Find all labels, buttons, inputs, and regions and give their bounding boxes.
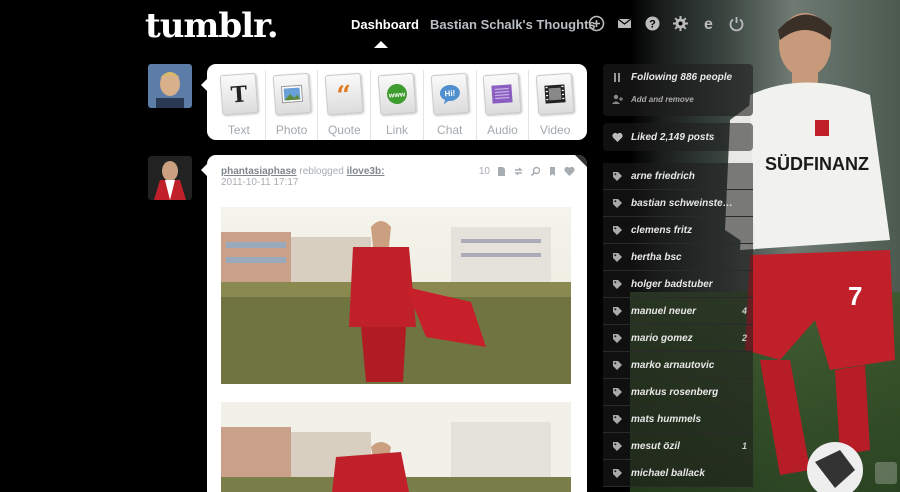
notes-icon[interactable] [496,166,507,177]
help-icon[interactable]: ? [644,15,661,32]
gear-icon[interactable] [672,15,689,32]
post-type-quote[interactable]: “ Quote [318,70,372,140]
tag-item[interactable]: hertha bsc [603,244,753,271]
reblog-icon[interactable] [513,166,524,177]
heart-icon[interactable] [564,166,575,177]
post-type-link[interactable]: www Link [371,70,424,140]
tag-label: hertha bsc [631,251,682,263]
post-type-bar: T Text Photo “ Quote www Link Hi! Chat A… [207,64,587,140]
svg-text:?: ? [649,19,656,31]
post-author-avatar[interactable] [148,156,192,200]
svg-text:T: T [230,81,249,107]
add-remove-link[interactable]: Add and remove [603,87,753,111]
tag-item[interactable]: mario gomez 2 [603,325,753,352]
post-photo-1[interactable] [221,207,571,384]
tag-label: mesut özil [631,440,680,452]
scroll-top-button[interactable] [875,462,897,484]
tag-label: michael ballack [631,467,705,479]
tumblr-logo[interactable]: tumblr. [145,6,279,46]
tag-label: holger badstuber [631,278,713,290]
tag-icon [612,333,622,343]
tag-item[interactable]: arne friedrich [603,163,753,190]
tag-item[interactable]: holger badstuber [603,271,753,298]
post-action: reblogged [299,166,344,177]
text-icon: T [230,81,249,107]
tag-item[interactable]: manuel neuer 4 [603,298,753,325]
post-type-audio[interactable]: Audio [477,70,530,140]
tag-icon [612,225,622,235]
tag-item[interactable]: markus rosenberg [603,379,753,406]
header-icons: ? e [588,15,745,32]
svg-text:www: www [388,91,406,99]
post-source-link[interactable]: ilove3b: [347,166,385,177]
tag-icon [612,306,622,316]
bookmark-icon[interactable] [547,166,558,177]
tag-icon [612,414,622,424]
tag-item[interactable]: marko arnautovic [603,352,753,379]
post-type-text[interactable]: T Text [213,70,266,140]
svg-text:Hi!: Hi! [444,89,455,99]
tag-label: bastian schweinsteiger [631,197,733,209]
photo-icon [280,84,303,104]
tag-label: manuel neuer [631,305,697,317]
tag-icon [612,252,622,262]
post-type-video[interactable]: Video [529,70,581,140]
svg-text:7: 7 [848,281,862,311]
post-date: 2011-10-11 17:17 [221,177,299,188]
post-user-link[interactable]: phantasiaphase [221,166,297,177]
video-icon [544,84,566,104]
heart-icon [611,132,623,142]
user-avatar[interactable] [148,64,192,108]
tag-item[interactable]: michael ballack [603,460,753,487]
tag-icon [612,279,622,289]
post-fold-corner [575,155,587,167]
liked-link[interactable]: Liked 2,149 posts [603,123,753,151]
tag-item[interactable]: bastian schweinsteiger [603,190,753,217]
audio-icon [491,84,514,104]
tag-count: 4 [741,306,747,316]
tag-icon [612,441,622,451]
tag-item[interactable]: mats hummels [603,406,753,433]
tag-item[interactable]: clemens fritz [603,217,753,244]
tag-icon [612,198,622,208]
e-icon[interactable]: e [700,15,717,32]
tag-icon [612,171,622,181]
search-icon[interactable] [530,166,541,177]
svg-text:e: e [704,16,713,32]
tag-count: 1 [741,441,747,451]
following-icon [613,73,620,82]
tag-label: markus rosenberg [631,386,719,398]
tag-label: arne friedrich [631,170,695,182]
notes-count[interactable]: 10 [479,166,490,177]
tag-count: 2 [741,333,747,343]
tag-icon [612,387,622,397]
svg-text:“: “ [336,81,353,108]
tag-label: mario gomez [631,332,693,344]
dashboard-post: phantasiaphase reblogged ilove3b: 2011-1… [207,155,587,492]
tag-label: clemens fritz [631,224,693,236]
mail-icon[interactable] [616,15,633,32]
quote-icon: “ [336,81,353,108]
tag-item[interactable]: mesut özil 1 [603,433,753,460]
tag-icon [612,468,622,478]
chat-icon: Hi! [439,84,460,105]
post-meta: phantasiaphase reblogged ilove3b: [221,166,384,177]
nav-blog-link[interactable]: Bastian Schalk's Thoughts [430,17,596,32]
post-type-photo[interactable]: Photo [266,70,319,140]
nav-active-caret [374,41,388,48]
nav-dashboard[interactable]: Dashboard [351,17,419,32]
link-icon: www [387,84,408,104]
post-type-chat[interactable]: Hi! Chat [424,70,477,140]
power-icon[interactable] [728,15,745,32]
plus-circle-icon[interactable] [588,15,605,32]
tag-label: marko arnautovic [631,359,715,371]
svg-text:SÜDFINANZ: SÜDFINANZ [765,154,869,174]
tag-icon [612,360,622,370]
tag-label: mats hummels [631,413,702,425]
post-photo-2[interactable] [221,402,571,492]
add-user-icon [611,94,623,104]
post-controls: 10 [479,166,575,177]
